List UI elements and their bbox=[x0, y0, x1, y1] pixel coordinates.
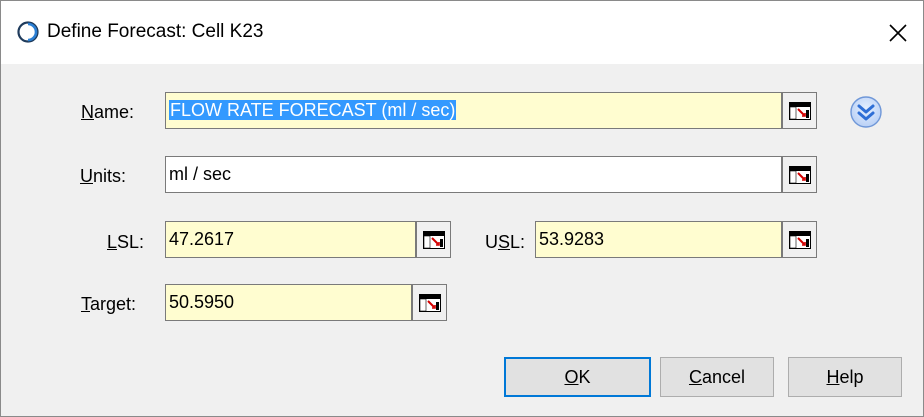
expand-button[interactable] bbox=[849, 95, 883, 129]
expand-chevron-icon bbox=[850, 96, 882, 128]
crystal-ball-app-icon bbox=[17, 21, 39, 43]
usl-cell-reference-button[interactable] bbox=[782, 221, 817, 258]
lsl-label: LSL: bbox=[107, 232, 145, 252]
target-cell-reference-button[interactable] bbox=[412, 284, 447, 321]
name-cell-reference-button[interactable] bbox=[782, 92, 817, 129]
cancel-button[interactable]: Cancel bbox=[660, 357, 774, 397]
target-field[interactable]: 50.5950 bbox=[165, 284, 412, 321]
help-button[interactable]: Help bbox=[788, 357, 902, 397]
close-icon bbox=[889, 24, 907, 42]
cell-reference-icon bbox=[788, 230, 811, 249]
cell-reference-icon bbox=[422, 230, 445, 249]
close-button[interactable] bbox=[875, 11, 921, 55]
units-field[interactable]: ml / sec bbox=[165, 156, 782, 193]
ok-button[interactable]: OK bbox=[504, 357, 651, 397]
window-title: Define Forecast: Cell K23 bbox=[47, 21, 264, 42]
target-label: Target: bbox=[81, 294, 137, 314]
lsl-cell-reference-button[interactable] bbox=[416, 221, 451, 258]
name-field-selected-text: FLOW RATE FORECAST (ml / sec) bbox=[169, 100, 457, 120]
cell-reference-icon bbox=[788, 101, 811, 120]
cell-reference-icon bbox=[788, 165, 811, 184]
lsl-field[interactable]: 47.2617 bbox=[165, 221, 416, 258]
units-cell-reference-button[interactable] bbox=[782, 156, 817, 193]
usl-field[interactable]: 53.9283 bbox=[535, 221, 782, 258]
name-label: Name: bbox=[81, 102, 135, 122]
define-forecast-dialog: Define Forecast: Cell K23 Name: FLOW RAT… bbox=[0, 0, 924, 417]
usl-label: USL: bbox=[485, 232, 526, 252]
title-bar: Define Forecast: Cell K23 bbox=[1, 1, 923, 64]
name-field[interactable]: FLOW RATE FORECAST (ml / sec) bbox=[165, 92, 782, 129]
units-label: Units: bbox=[80, 166, 127, 186]
cell-reference-icon bbox=[418, 293, 441, 312]
